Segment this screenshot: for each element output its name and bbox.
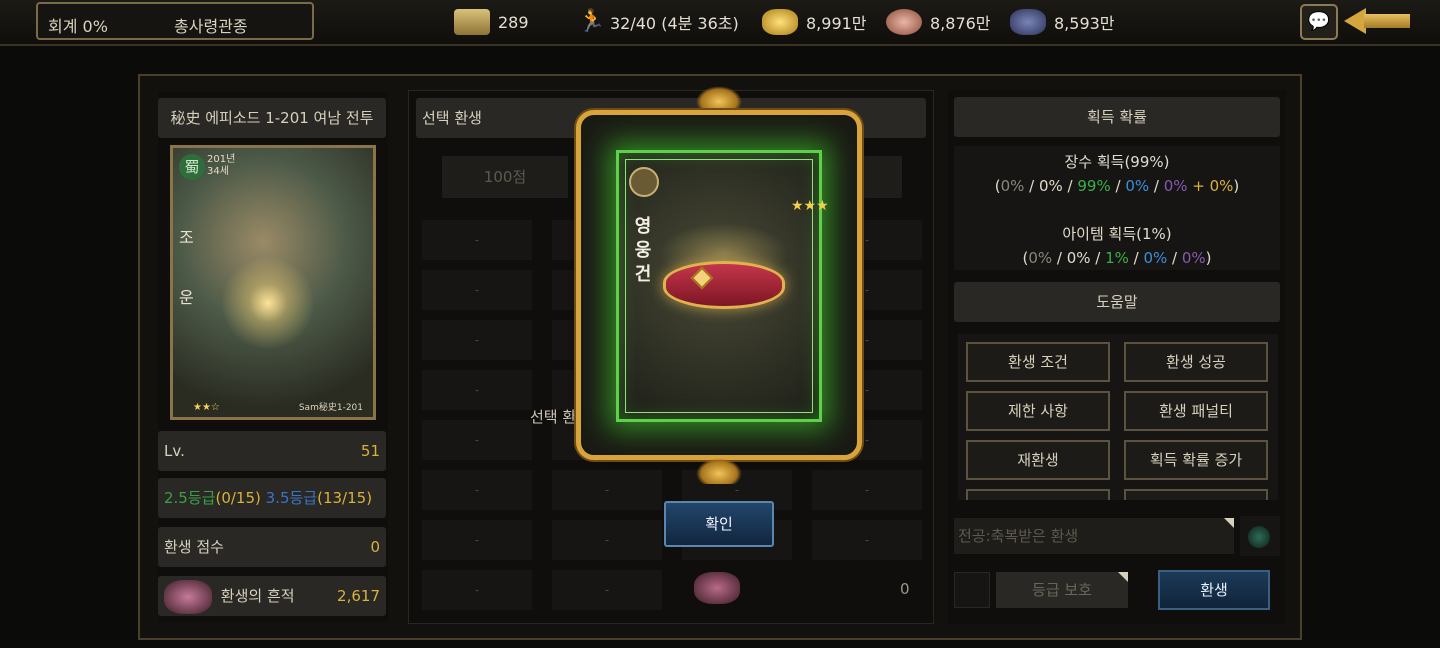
stamina-resource: 🏃 32/40 (4분 36초) xyxy=(578,8,739,36)
bottom-ornament-icon xyxy=(696,458,742,484)
rank-title: 총사령관종 xyxy=(174,17,248,36)
food-count: 8,876만 xyxy=(930,14,991,33)
chat-button[interactable]: 💬 xyxy=(1300,4,1338,40)
confirm-button[interactable]: 확인 xyxy=(664,501,774,547)
ore-resource: 8,593만 xyxy=(1010,8,1115,36)
scroll-resource: 289 xyxy=(454,8,529,36)
item-name: 영웅건 xyxy=(634,216,652,285)
ore-count: 8,593만 xyxy=(1054,14,1115,33)
account-percent: 회계 0% xyxy=(48,17,108,36)
scroll-icon xyxy=(454,9,490,35)
gold-icon xyxy=(762,9,798,35)
headband-item-icon xyxy=(663,261,785,309)
ore-icon xyxy=(1010,9,1046,35)
back-button[interactable] xyxy=(1344,8,1412,34)
top-ornament-icon xyxy=(696,86,742,112)
knot-emblem-icon xyxy=(629,167,659,197)
top-bar: 회계 0% 총사령관종 289 🏃 32/40 (4분 36초) 8,991만 … xyxy=(0,0,1440,46)
food-icon xyxy=(886,9,922,35)
gold-resource: 8,991만 xyxy=(762,8,867,36)
back-arrow-icon xyxy=(1344,8,1366,34)
gold-count: 8,991만 xyxy=(806,14,867,33)
item-stars: ★★★ xyxy=(791,198,829,214)
runner-icon: 🏃 xyxy=(578,9,606,34)
food-resource: 8,876만 xyxy=(886,8,991,36)
stamina-count: 32/40 (4분 36초) xyxy=(610,14,739,33)
account-title-box: 회계 0% 총사령관종 xyxy=(36,2,314,40)
chat-icon: 💬 xyxy=(1307,11,1331,32)
scroll-count: 289 xyxy=(498,12,529,32)
item-card: 영웅건 ★★★ xyxy=(616,150,829,422)
